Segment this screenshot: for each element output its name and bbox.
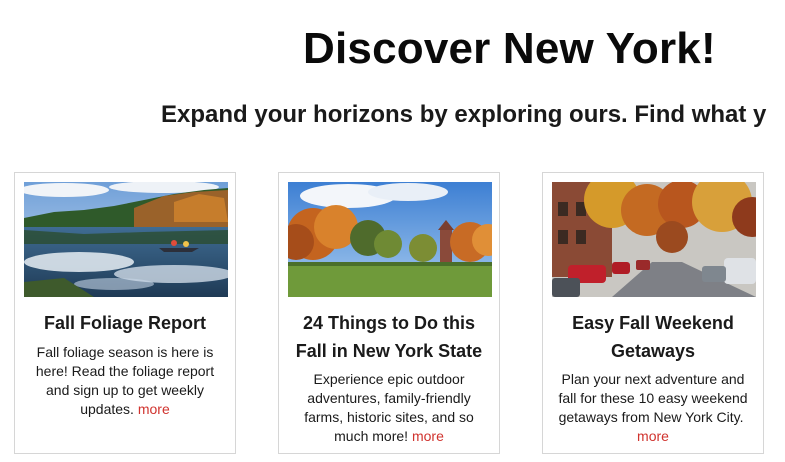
page-subtitle: Expand your horizons by exploring ours. …: [161, 101, 767, 128]
more-link[interactable]: more: [412, 428, 444, 444]
card-description: Experience epic outdoor adventures, fami…: [304, 371, 474, 444]
town-street-photo[interactable]: [552, 182, 756, 297]
card-title-line-1: Easy Fall Weekend Getaways: [572, 313, 734, 361]
fall-foliage-card[interactable]: Fall Foliage Report Fall foliage season …: [14, 172, 236, 454]
campus-lawn-photo[interactable]: [288, 182, 492, 297]
more-link[interactable]: more: [138, 401, 170, 417]
card-description: Plan your next adventure and fall for th…: [558, 371, 748, 444]
things-to-do-card[interactable]: 24 Things to Do this Fall in New York St…: [278, 172, 500, 454]
page-title: Discover New York!: [303, 24, 716, 73]
more-link[interactable]: more: [637, 428, 669, 444]
lake-kayak-photo[interactable]: [24, 182, 228, 297]
card-title: Fall Foliage Report: [43, 313, 207, 333]
weekend-getaways-card[interactable]: Easy Fall Weekend Getaways Plan your nex…: [542, 172, 764, 454]
card-description: Fall foliage season is here is here! Rea…: [35, 344, 215, 417]
card-title: 24 Things to Do this Fall in New York St…: [295, 313, 483, 361]
